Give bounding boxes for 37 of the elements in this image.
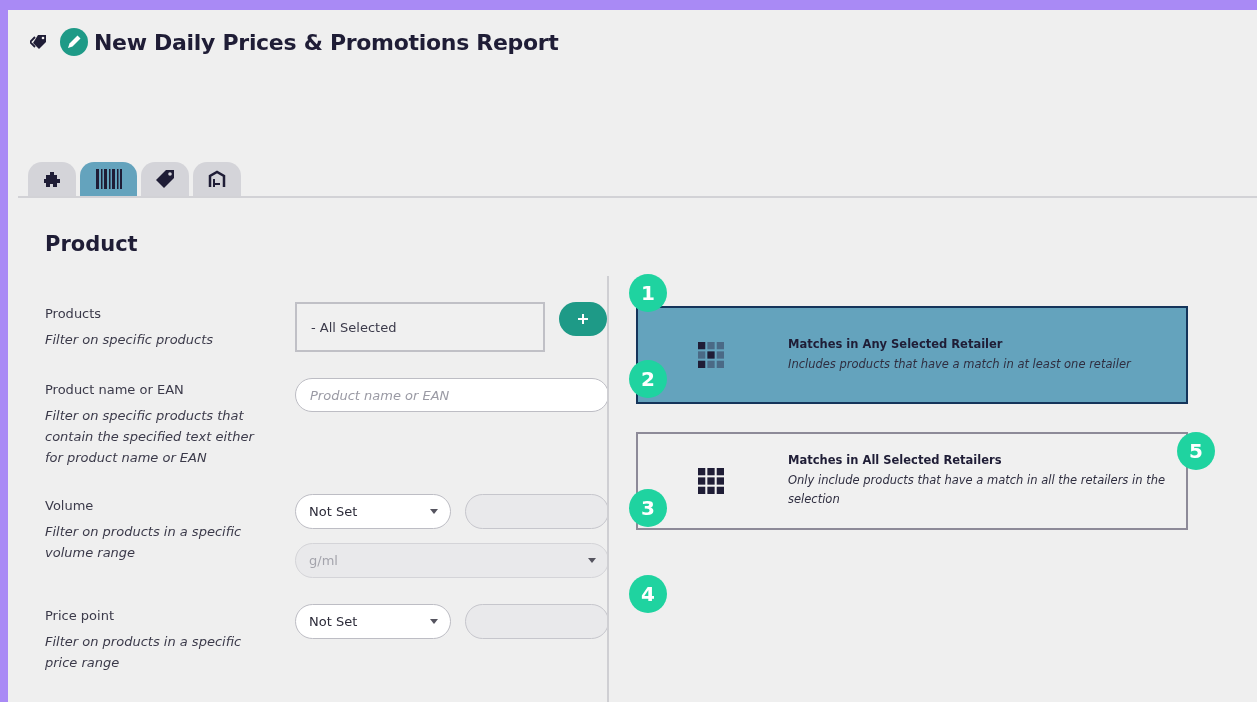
step-badge: 4 xyxy=(629,575,667,613)
operator-dropdown[interactable]: Not Set xyxy=(295,604,451,639)
search-field[interactable]: Product name or EAN xyxy=(295,378,609,412)
add-button[interactable] xyxy=(559,302,607,336)
filter-label: Price point xyxy=(45,608,115,623)
filter-label: Products xyxy=(45,306,103,321)
grid-icon xyxy=(698,342,724,368)
edit-icon[interactable] xyxy=(60,28,88,56)
puzzle-icon xyxy=(43,170,61,188)
barcode-icon xyxy=(94,169,123,189)
garage-icon xyxy=(208,170,226,188)
caret-icon xyxy=(430,509,438,514)
section-title: Product xyxy=(45,232,139,256)
plus-icon xyxy=(578,314,588,324)
caret-icon xyxy=(430,619,438,624)
value-field[interactable] xyxy=(465,494,609,529)
tab[interactable] xyxy=(141,162,189,196)
filter-description: Filter on products in a specific volume range xyxy=(45,523,243,562)
step-badge: 1 xyxy=(629,274,667,312)
report-title: New Daily Prices & Promotions Report xyxy=(94,29,559,55)
tab[interactable] xyxy=(193,162,241,196)
step-badge: 2 xyxy=(629,360,667,398)
filter-description: Filter on products in a specific price range xyxy=(45,633,243,672)
value-field[interactable] xyxy=(465,604,609,639)
filter-label: Product name or EAN xyxy=(45,382,185,397)
step-badge: 3 xyxy=(629,489,667,527)
filter-description: Filter on specific products xyxy=(45,331,215,349)
tab[interactable] xyxy=(80,162,137,196)
operator-dropdown[interactable]: Not Set xyxy=(295,494,451,529)
tab[interactable] xyxy=(28,162,76,196)
filter-label: Volume xyxy=(45,498,95,513)
grid-icon xyxy=(698,468,724,494)
caret-icon xyxy=(588,558,596,563)
tag-icon xyxy=(155,169,175,189)
step-badge: 5 xyxy=(1177,432,1215,470)
filter-description: Filter on specific products that contain the specified text either for product name or EAN xyxy=(45,407,256,467)
product-select[interactable]: - All Selected xyxy=(295,302,545,352)
